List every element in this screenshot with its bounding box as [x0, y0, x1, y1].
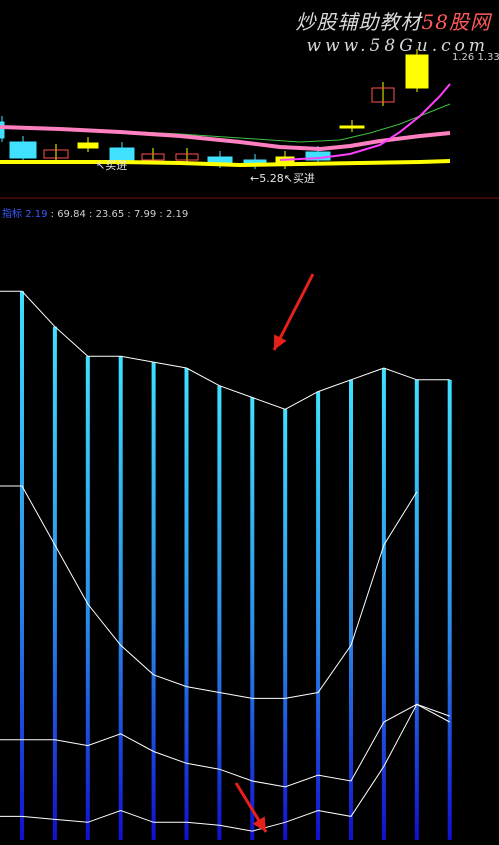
buy-annotation-2-text: 买进	[292, 172, 315, 185]
indicator-bar-2	[52, 326, 57, 840]
low-price-annotation-text: 5.28	[259, 172, 284, 185]
indicator-bar-8	[250, 397, 255, 840]
indicator-bar-4	[118, 356, 123, 840]
indicator-value-1: 69.84	[57, 209, 86, 220]
low-price-annotation: ←5.28↖买进	[250, 172, 315, 185]
indicator-bar-9	[283, 409, 288, 840]
candle-14	[405, 54, 429, 89]
indicator-header: 指标 2.19 : 69.84 : 23.65 : 7.99 : 2.19	[2, 209, 189, 220]
indicator-bar-3	[85, 356, 90, 840]
indicator-bar-14	[447, 379, 452, 840]
indicator-value-2: 23.65	[95, 209, 125, 220]
indicator-bar-13	[414, 379, 419, 840]
indicator-line-2	[0, 485, 418, 699]
candle-4	[77, 142, 99, 149]
watermark-site-name: 58股网	[421, 10, 491, 34]
ma-pink-line	[0, 125, 451, 152]
ma-green-line	[0, 103, 451, 143]
indicator-bar-7	[217, 385, 222, 840]
candle-12	[339, 125, 365, 129]
indicator-bar-5	[151, 362, 156, 840]
buy-annotation-1: ↖买进	[96, 159, 128, 172]
candle-2	[9, 141, 37, 159]
indicator-value-4: 2.19	[165, 209, 189, 220]
indicator-bar-6	[184, 368, 189, 840]
chart-canvas	[0, 49, 499, 840]
watermark-title-text: 炒股辅助教材	[295, 10, 422, 34]
indicator-name: 指标	[2, 209, 22, 220]
indicator-bar-1	[20, 291, 24, 840]
indicator-bar-11	[349, 379, 353, 840]
indicator-value-3: 7.99	[133, 209, 157, 220]
indicator-first-value: 2.19	[25, 209, 48, 220]
top-price-label: 1.26 1.33	[452, 52, 499, 63]
watermark-title: 炒股辅助教材58股网	[296, 6, 491, 35]
candle-1	[0, 121, 5, 139]
indicator-bar-10	[316, 391, 321, 840]
buy-annotation-1-text: 买进	[105, 159, 128, 172]
